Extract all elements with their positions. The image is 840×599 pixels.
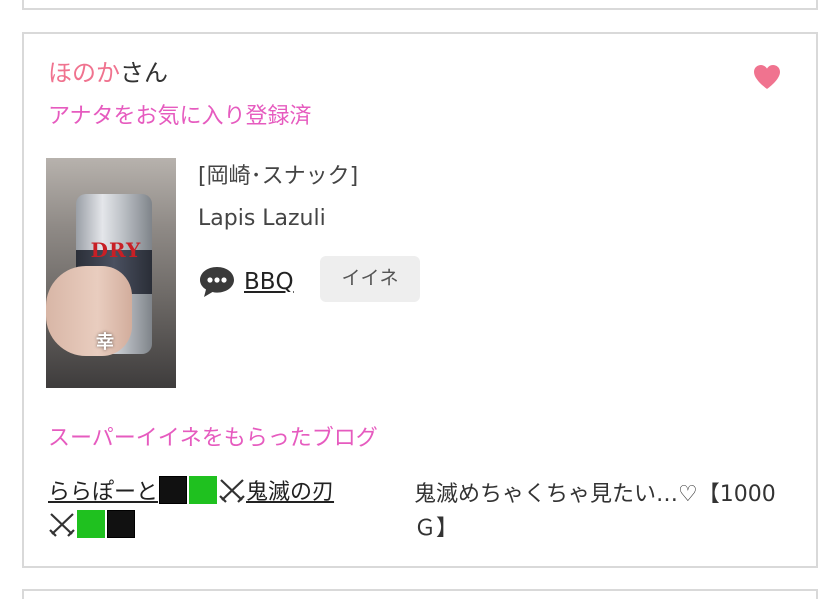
black-square-emoji xyxy=(159,476,188,504)
blog-title-text[interactable]: ららぽーと 鬼滅の刃 xyxy=(48,476,335,539)
blog-title-link[interactable]: ららぽーと 鬼滅の刃 xyxy=(48,476,388,544)
blog-description: 鬼滅めちゃくちゃ見たい…♡【1000Ｇ】 xyxy=(414,482,776,541)
blog-title-part1: ららぽーと xyxy=(48,480,159,505)
post-thumbnail[interactable]: DRY 幸 xyxy=(46,158,176,388)
shop-area-label: [岡崎･スナック] xyxy=(198,164,359,189)
thumbnail-can-text: DRY xyxy=(90,238,142,262)
thumbnail-caption: 幸 xyxy=(96,332,114,353)
shop-name[interactable]: Lapis Lazuli xyxy=(198,204,326,234)
user-name-link[interactable]: ほのか xyxy=(48,59,120,87)
favorite-status-text: アナタをお気に入り登録済 xyxy=(48,104,312,129)
comment-bubble-icon xyxy=(198,264,236,300)
iine-button[interactable]: イイネ xyxy=(320,256,420,302)
post-card: ほのかさん アナタをお気に入り登録済 DRY 幸 [岡崎･スナック] Lapis… xyxy=(22,32,818,568)
favorite-heart-button[interactable] xyxy=(750,60,784,94)
crossed-swords-icon xyxy=(219,479,245,503)
black-square-emoji xyxy=(107,510,135,538)
previous-card xyxy=(22,0,818,10)
comment-row: BBQ xyxy=(198,256,294,300)
blog-title-part2: 鬼滅の刃 xyxy=(246,480,335,505)
green-square-emoji xyxy=(77,510,105,538)
user-name-suffix: さん xyxy=(120,59,168,87)
green-square-emoji xyxy=(189,476,218,504)
super-iine-blog-heading: スーパーイイネをもらったブログ xyxy=(48,426,378,451)
user-name-row: ほのかさん xyxy=(48,58,168,88)
crossed-swords-icon xyxy=(49,513,75,537)
next-card xyxy=(22,589,818,599)
heart-icon xyxy=(754,65,780,89)
comment-link[interactable]: BBQ xyxy=(244,269,294,295)
